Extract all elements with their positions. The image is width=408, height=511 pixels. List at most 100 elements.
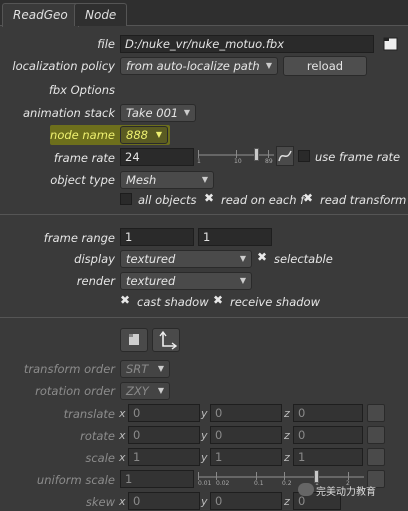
slider-tick (198, 150, 199, 158)
checked-icon[interactable]: ✖ (257, 250, 267, 264)
rotation-order-label: rotation order (35, 384, 115, 398)
scale-z-field[interactable]: 1 (293, 448, 363, 466)
localization-label: localization policy (12, 59, 115, 73)
animation-stack-dropdown[interactable]: Take 001 ▼ (120, 104, 196, 122)
scale-y-field[interactable]: 1 (210, 448, 282, 466)
divider (0, 317, 408, 318)
render-value: textured (126, 274, 176, 288)
checked-icon[interactable]: ✖ (213, 293, 223, 307)
reload-button[interactable]: reload (283, 56, 367, 76)
animation-stack-value: Take 001 (126, 106, 179, 120)
translate-x-field[interactable]: 0 (128, 404, 200, 422)
frame-rate-label: frame rate (53, 151, 115, 165)
display-dropdown[interactable]: textured ▼ (120, 250, 252, 268)
skew-x-field[interactable]: 0 (128, 492, 200, 510)
slider-tick-label: 89 (265, 158, 273, 165)
chevron-down-icon: ▼ (157, 364, 164, 373)
slider-tick (348, 472, 349, 480)
translate-y-field[interactable]: 0 (210, 404, 282, 422)
display-value: textured (126, 252, 176, 266)
y-axis-label: y (201, 407, 208, 420)
render-dropdown[interactable]: textured ▼ (120, 272, 252, 290)
curve-icon[interactable] (276, 146, 294, 166)
translate-z-field[interactable]: 0 (293, 404, 363, 422)
slider-tick-label: 0.02 (216, 480, 230, 487)
watermark-text: 完美动力教育 (316, 487, 376, 498)
rotation-order-dropdown[interactable]: ZXY ▼ (120, 382, 170, 400)
all-objects-label: all objects (138, 193, 197, 207)
slider-knob[interactable] (314, 470, 319, 483)
file-label: file (97, 37, 115, 51)
fbx-options-label: fbx Options (48, 83, 115, 97)
rotation-order-value: ZXY (126, 384, 149, 398)
object-type-dropdown[interactable]: Mesh ▼ (120, 171, 214, 189)
uniform-scale-field[interactable]: 1 (120, 470, 194, 488)
node-name-value: 888 (126, 128, 148, 142)
x-axis-label: x (119, 429, 126, 442)
slider-tick (268, 150, 269, 158)
slider-tick-label: 0.2 (282, 480, 292, 487)
frame-range-end-field[interactable]: 1 (198, 228, 272, 246)
axis-icon-button[interactable] (120, 328, 148, 352)
chevron-down-icon: ▼ (201, 175, 208, 184)
folder-icon[interactable] (382, 35, 400, 53)
slider-knob[interactable] (254, 148, 259, 161)
transform-order-label: transform order (23, 362, 115, 376)
z-axis-label: z (284, 495, 290, 508)
x-axis-label: x (119, 451, 126, 464)
z-axis-label: z (284, 429, 290, 442)
object-type-label: object type (50, 173, 115, 187)
skew-y-field[interactable]: 0 (210, 492, 282, 510)
tab-bar: ReadGeo Node (0, 0, 408, 27)
read-each-label: read on each f (221, 193, 305, 207)
slider-tick (216, 472, 217, 480)
x-axis-label: x (119, 495, 126, 508)
rotate-y-field[interactable]: 0 (210, 426, 282, 444)
tab-readgeo[interactable]: ReadGeo (2, 3, 79, 27)
frame-range-start-field[interactable]: 1 (120, 228, 194, 246)
chevron-down-icon: ▼ (239, 276, 246, 285)
slider-tick-label: 10 (234, 158, 242, 165)
localization-dropdown[interactable]: from auto-localize path ▼ (120, 57, 278, 75)
node-name-label: node name (50, 128, 115, 142)
scale-x-field[interactable]: 1 (128, 448, 200, 466)
scale-expand-button[interactable] (367, 448, 385, 466)
properties-panel: file D:/nuke_vr/nuke_motuo.fbx localizat… (0, 26, 408, 511)
animation-stack-label: animation stack (23, 106, 115, 120)
use-frame-rate-label: use frame rate (315, 150, 401, 164)
transform-order-value: SRT (126, 362, 149, 376)
rotate-expand-button[interactable] (367, 426, 385, 444)
all-objects-checkbox[interactable] (120, 193, 132, 205)
frame-range-label: frame range (43, 231, 115, 245)
chevron-down-icon: ▼ (265, 61, 272, 70)
slider-track (198, 476, 364, 478)
uniform-scale-label: uniform scale (36, 473, 115, 487)
frame-rate-field[interactable]: 24 (120, 148, 194, 166)
scale-label: scale (85, 451, 115, 465)
rotate-x-field[interactable]: 0 (128, 426, 200, 444)
object-type-value: Mesh (126, 173, 157, 187)
checked-icon[interactable]: ✖ (204, 191, 214, 205)
y-axis-label: y (201, 495, 208, 508)
chevron-down-icon: ▼ (155, 130, 162, 139)
checked-icon[interactable]: ✖ (120, 293, 130, 307)
file-field[interactable]: D:/nuke_vr/nuke_motuo.fbx (120, 35, 374, 53)
node-name-dropdown[interactable]: 888 ▼ (120, 126, 168, 144)
translate-expand-button[interactable] (367, 404, 385, 422)
slider-tick (284, 472, 285, 480)
y-axis-label: y (201, 429, 208, 442)
frame-rate-slider[interactable]: 1 10 89 (197, 146, 274, 166)
divider (0, 214, 408, 215)
rotate-z-field[interactable]: 0 (293, 426, 363, 444)
slider-tick-label: 1 (197, 158, 201, 165)
selectable-label: selectable (274, 252, 333, 266)
transform-order-dropdown[interactable]: SRT ▼ (120, 360, 170, 378)
chevron-down-icon: ▼ (183, 108, 190, 117)
chevron-down-icon: ▼ (157, 386, 164, 395)
use-frame-rate-checkbox[interactable] (298, 150, 310, 162)
checked-icon[interactable]: ✖ (303, 191, 313, 205)
slider-tick (256, 472, 257, 480)
transform-handle-icon-button[interactable] (152, 328, 180, 352)
tab-node[interactable]: Node (74, 3, 128, 26)
slider-tick-label: 0.01 (198, 480, 212, 487)
